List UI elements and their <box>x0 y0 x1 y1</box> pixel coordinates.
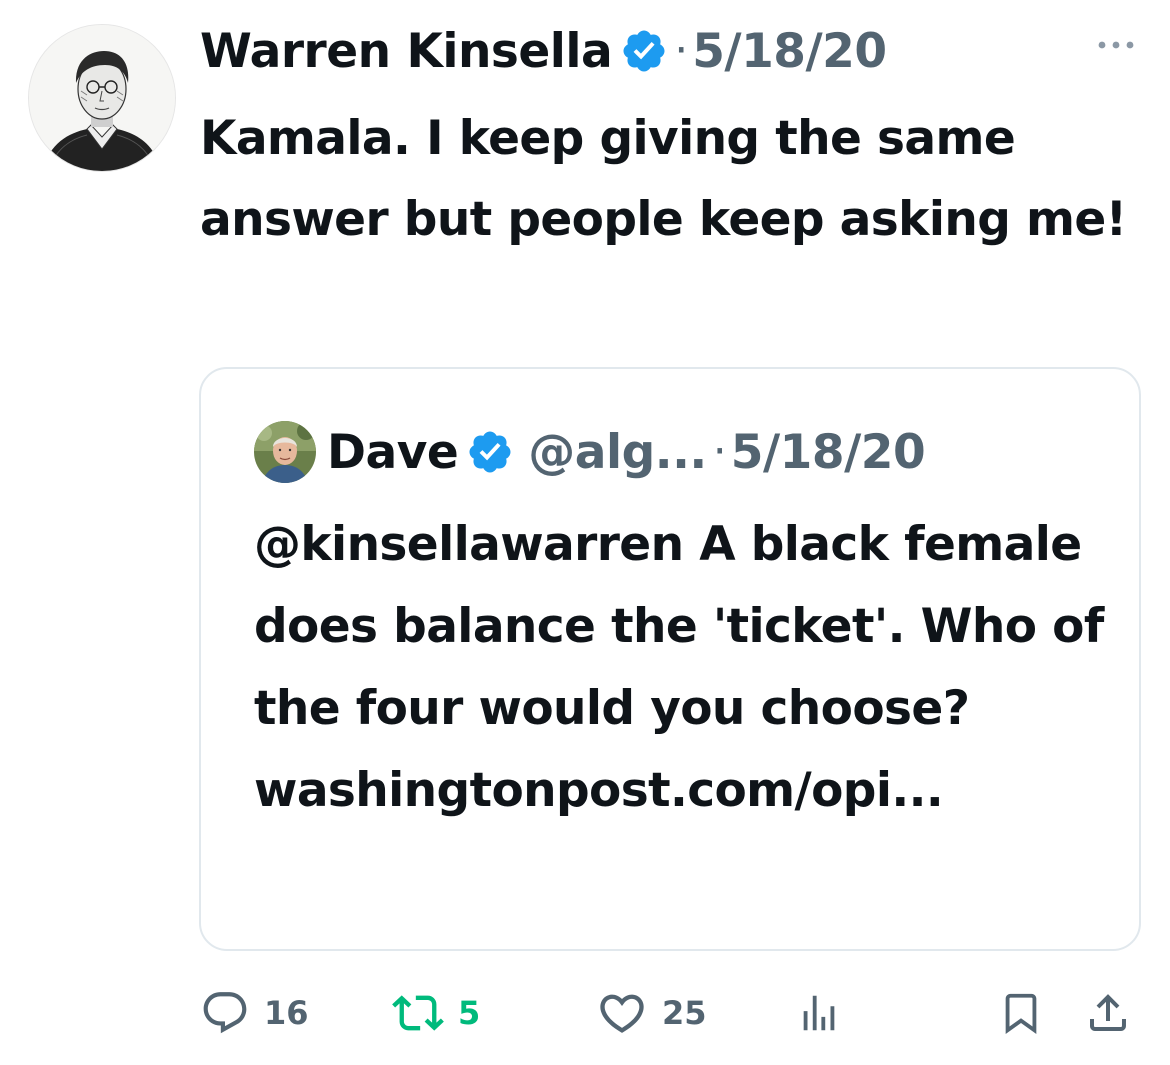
quoted-author-name[interactable]: Dave <box>327 425 459 480</box>
quoted-tweet-text: @kinsellawarren A black female does bala… <box>254 517 1104 818</box>
engraved-portrait-icon <box>29 25 175 171</box>
reply-count: 16 <box>264 994 309 1032</box>
quoted-author-avatar[interactable] <box>254 421 316 483</box>
retweet-button[interactable]: 5 <box>392 985 480 1041</box>
retweet-count: 5 <box>458 994 481 1032</box>
bookmark-button[interactable] <box>998 985 1044 1041</box>
quoted-tweet-header: Dave @alg... · 5/18/20 <box>327 417 926 487</box>
tweet-text: Kamala. I keep giving the same answer bu… <box>200 111 1127 247</box>
verified-badge-icon <box>469 431 511 473</box>
avatar-photo-icon <box>254 421 316 483</box>
share-button[interactable] <box>1084 985 1132 1041</box>
quoted-tweet-date[interactable]: 5/18/20 <box>731 425 926 480</box>
tweet-action-bar: 16 5 25 <box>200 985 1145 1041</box>
verified-badge-icon <box>623 30 665 72</box>
retweet-icon <box>392 995 444 1031</box>
tweet-date[interactable]: 5/18/20 <box>692 24 887 79</box>
quoted-tweet-card[interactable]: Dave @alg... · 5/18/20 @kinsellawarren A… <box>199 367 1141 951</box>
views-button[interactable] <box>796 985 842 1041</box>
quoted-author-handle[interactable]: @alg... <box>528 425 707 480</box>
more-dots-icon[interactable] <box>1094 30 1138 60</box>
author-avatar[interactable] <box>28 24 176 172</box>
separator-dot: · <box>674 25 689 76</box>
share-icon <box>1090 994 1126 1031</box>
bookmark-icon <box>1005 993 1037 1034</box>
separator-dot: · <box>712 426 727 477</box>
heart-icon <box>600 994 644 1033</box>
author-name[interactable]: Warren Kinsella <box>200 24 613 79</box>
tweet-header: Warren Kinsella · 5/18/20 <box>200 18 1145 84</box>
reply-icon <box>203 992 247 1034</box>
like-count: 25 <box>662 994 707 1032</box>
reply-button[interactable]: 16 <box>200 985 309 1041</box>
like-button[interactable]: 25 <box>596 985 707 1041</box>
views-chart-icon <box>803 995 835 1031</box>
